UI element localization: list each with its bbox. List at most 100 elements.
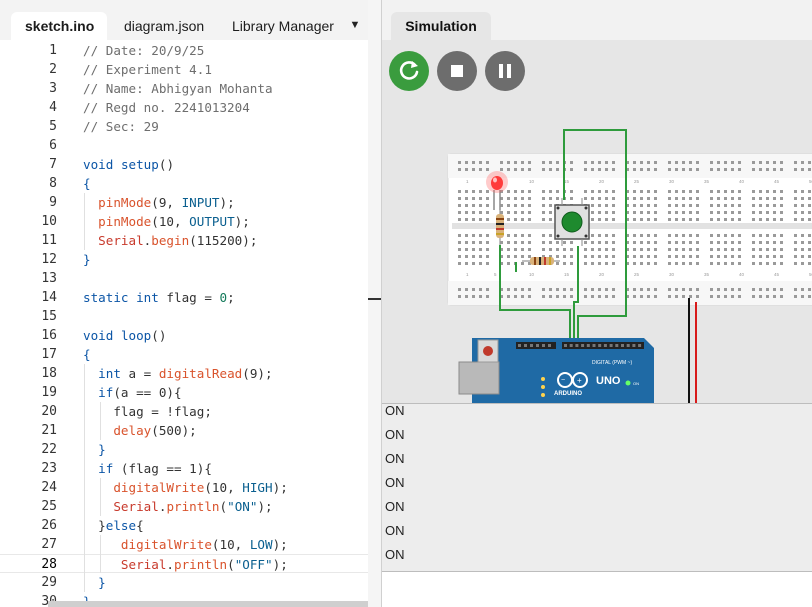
serial-output-line: ON: [385, 403, 405, 418]
simulation-canvas[interactable]: 1155101015152020252530303535404045455050: [382, 40, 812, 403]
code-text: void setup(): [83, 155, 174, 174]
code-token: Serial: [113, 499, 159, 514]
breadboard-number: 35: [704, 272, 710, 277]
svg-text:+: +: [577, 376, 582, 385]
code-token: ;: [227, 290, 235, 305]
svg-text:−: −: [561, 377, 565, 384]
breadboard-number: 40: [739, 272, 745, 277]
code-token: flag =: [158, 290, 220, 305]
code-token: void: [83, 328, 114, 343]
tabs-dropdown-icon[interactable]: ▼: [346, 16, 364, 34]
code-line[interactable]: 17 {: [0, 345, 368, 364]
code-line[interactable]: 6: [0, 136, 368, 155]
code-line[interactable]: 16 void loop(): [0, 326, 368, 345]
code-token: (: [219, 499, 228, 514]
code-text-area[interactable]: 1 // Date: 20/9/25 2 // Experiment 4.1 3 // N…: [0, 40, 368, 607]
breadboard-number: 30: [669, 272, 675, 277]
code-line[interactable]: 27 digitalWrite(10, LOW);: [0, 535, 368, 554]
tab-library-manager[interactable]: Library Manager: [218, 12, 348, 40]
code-line[interactable]: 11 Serial.begin(115200);: [0, 231, 368, 250]
code-text: // Regd no. 2241013204: [83, 98, 250, 117]
editor-horizontal-scrollbar[interactable]: [48, 601, 368, 607]
code-token: {: [83, 347, 91, 362]
serial-output-line: ON: [385, 499, 405, 514]
code-token: Serial: [120, 557, 167, 572]
code-line[interactable]: 15: [0, 307, 368, 326]
tab-sketch-ino[interactable]: sketch.ino: [11, 12, 107, 40]
code-token: Serial: [98, 233, 144, 248]
code-line[interactable]: 13: [0, 269, 368, 288]
code-token: );: [272, 480, 288, 495]
line-number: 7: [49, 157, 57, 172]
code-line[interactable]: 29 }: [0, 573, 368, 592]
indent-guide: [100, 402, 101, 440]
code-token: digitalRead: [158, 366, 243, 381]
simulation-tab-bar: Simulation: [382, 0, 812, 42]
code-text: pinMode(10, OUTPUT);: [83, 212, 250, 231]
code-token: (flag == 1){: [113, 461, 212, 476]
code-line[interactable]: 2 // Experiment 4.1: [0, 60, 368, 79]
pushbutton[interactable]: [554, 198, 590, 246]
code-line[interactable]: 7 void setup(): [0, 155, 368, 174]
code-line[interactable]: 12}: [0, 250, 368, 269]
pane-splitter[interactable]: [368, 0, 382, 607]
line-number: 11: [41, 233, 57, 248]
code-line[interactable]: 14 static int flag = 0;: [0, 288, 368, 307]
code-token: if: [98, 385, 114, 400]
code-line[interactable]: 1 // Date: 20/9/25: [0, 41, 368, 60]
code-token: (500);: [151, 423, 197, 438]
line-number: 2: [49, 62, 57, 77]
restart-simulation-button[interactable]: [389, 51, 429, 91]
code-line[interactable]: 21 delay(500);: [0, 421, 368, 440]
breadboard-number: 35: [704, 179, 710, 184]
code-line[interactable]: 20 flag = !flag;: [0, 402, 368, 421]
code-line[interactable]: 18 int a = digitalRead(9);: [0, 364, 368, 383]
line-number: 26: [41, 518, 57, 533]
code-line[interactable]: 9 pinMode(9, INPUT);: [0, 193, 368, 212]
tab-simulation[interactable]: Simulation: [391, 12, 491, 42]
breadboard-number: 10: [529, 272, 535, 277]
line-number: 14: [41, 290, 57, 305]
code-token: a =: [120, 366, 159, 381]
code-token: delay: [113, 423, 152, 438]
splitter-grip-icon[interactable]: [368, 298, 381, 300]
code-line[interactable]: 5 // Sec: 29: [0, 117, 368, 136]
code-text: digitalWrite(10, HIGH);: [83, 478, 288, 497]
tab-diagram-json[interactable]: diagram.json: [110, 12, 218, 40]
simulation-pane: Simulation 11551010151520202525303035354…: [382, 0, 812, 607]
code-text: }else{: [83, 516, 144, 535]
code-line[interactable]: 4 // Regd no. 2241013204: [0, 98, 368, 117]
pause-simulation-button[interactable]: [485, 51, 525, 91]
indent-guide: [100, 478, 101, 516]
code-line[interactable]: 22 }: [0, 440, 368, 459]
code-token: HIGH: [242, 480, 273, 495]
svg-text:ON: ON: [633, 381, 639, 386]
code-token: );: [257, 499, 273, 514]
code-line[interactable]: 8{: [0, 174, 368, 193]
code-line[interactable]: 10 pinMode(10, OUTPUT);: [0, 212, 368, 231]
editor-tab-bar: sketch.ino diagram.json Library Manager …: [0, 0, 368, 40]
code-line[interactable]: 24 digitalWrite(10, HIGH);: [0, 478, 368, 497]
code-line[interactable]: 3 // Name: Abhigyan Mohanta: [0, 79, 368, 98]
code-line[interactable]: 26 }else{: [0, 516, 368, 535]
code-token: );: [219, 195, 235, 210]
code-token: digitalWrite: [113, 480, 205, 495]
code-text: }: [83, 250, 91, 269]
breadboard-number: 30: [669, 179, 675, 184]
arduino-uno-board[interactable]: DIGITAL (PWM ~) − + UNO ARDUINO ON: [458, 338, 654, 403]
code-token: (): [151, 328, 167, 343]
code-line[interactable]: 23 if (flag == 1){: [0, 459, 368, 478]
code-token: {: [136, 518, 144, 533]
code-token: LOW: [249, 537, 273, 552]
serial-input-field[interactable]: [382, 571, 812, 607]
stop-simulation-button[interactable]: [437, 51, 477, 91]
line-number: 6: [49, 138, 57, 153]
code-line[interactable]: 25 Serial.println("ON");: [0, 497, 368, 516]
code-line[interactable]: 19 if(a == 0){: [0, 383, 368, 402]
code-line[interactable]: 28 Serial.println("OFF");: [0, 554, 368, 573]
